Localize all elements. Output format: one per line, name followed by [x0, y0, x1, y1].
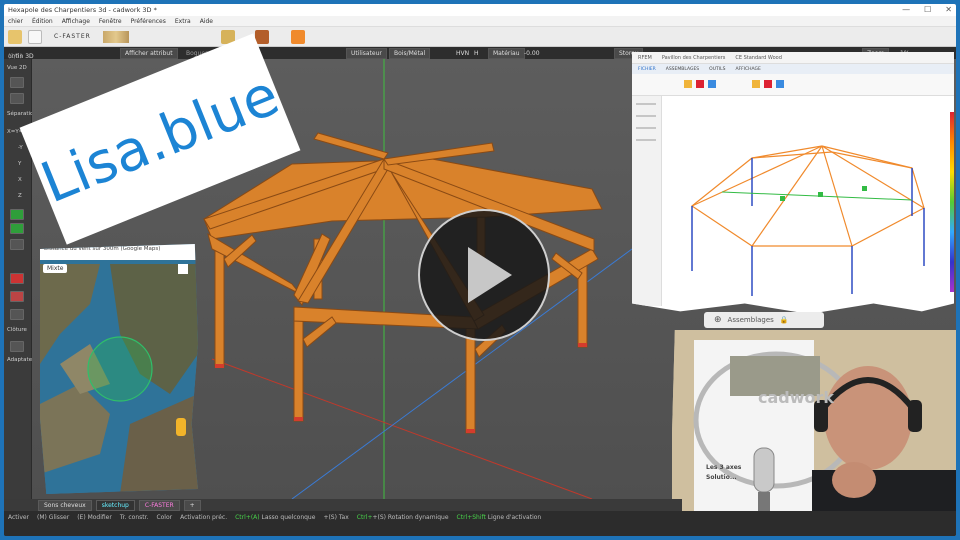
palette-label-minus-y[interactable]: -Y	[18, 145, 23, 151]
rfem-ribbon-icons[interactable]	[632, 74, 954, 96]
play-icon	[468, 247, 512, 303]
map-terrain	[40, 244, 198, 494]
status-item: (E) Modifier	[77, 514, 112, 521]
pegman-icon[interactable]	[176, 418, 186, 436]
palette-label-z[interactable]: Z	[18, 193, 22, 199]
rfem-ribbon	[632, 74, 954, 96]
minimize-button[interactable]: —	[902, 5, 910, 14]
post-feet	[215, 343, 587, 433]
utilisateur-label: Utilisateur	[346, 47, 387, 59]
rfem-tab[interactable]: AFFICHAGE	[735, 67, 760, 72]
palette-label-y[interactable]: Y	[18, 161, 21, 167]
rfem-structure-model	[690, 145, 925, 296]
status-item: Ctrl+Shift Ligne d'activation	[456, 514, 542, 521]
status-item: Color	[156, 514, 173, 521]
post	[293, 308, 304, 422]
add-tab-button[interactable]: +	[183, 499, 201, 511]
rfem-title-item: CE Standard Wood	[735, 54, 782, 61]
axis-icon[interactable]	[10, 239, 24, 250]
window-title-bar: Hexapole des Charpentiers 3d - cadwork 3…	[4, 4, 956, 16]
window-controls: — ☐ ✕	[902, 5, 952, 14]
rfem-nav-tree	[636, 103, 656, 141]
green-solid-icon[interactable]	[10, 223, 24, 234]
status-item: (M) Glisser	[37, 514, 70, 521]
tab-sketchup[interactable]: sketchup	[95, 499, 135, 511]
stop-icon[interactable]	[10, 273, 24, 284]
window-title: Hexapole des Charpentiers 3d - cadwork 3…	[8, 6, 157, 14]
menu-extra[interactable]: Extra	[175, 18, 191, 25]
webcam-scene	[672, 330, 956, 536]
materiau-label: Matériau	[488, 47, 525, 59]
main-toolbar: C-FASTER	[4, 27, 956, 47]
menu-file[interactable]: chier	[8, 18, 23, 25]
rfem-title-bar: RFEM Pavillon des Charpentiers CE Standa…	[632, 52, 954, 64]
rfem-window[interactable]: RFEM Pavillon des Charpentiers CE Standa…	[632, 52, 954, 314]
axis-red	[211, 358, 593, 499]
map-mode-button[interactable]: Mixte	[43, 264, 68, 273]
poster-text-1: Les 3 axes	[706, 464, 742, 471]
status-item: Activer	[8, 514, 30, 521]
rfem-color-legend	[950, 112, 954, 292]
rfem-navigator[interactable]	[632, 96, 662, 306]
maximize-button[interactable]: ☐	[924, 5, 931, 14]
document-tabs: Sons cheveux sketchup C-FASTER +	[32, 499, 682, 511]
satellite-map[interactable]: Distance du vent sur 300m (Google Maps) …	[40, 244, 198, 494]
palette-label-vue2d: Vue 2D	[7, 65, 27, 71]
app-frame: Hexapole des Charpentiers 3d - cadwork 3…	[4, 4, 956, 536]
fence-icon[interactable]	[10, 341, 24, 352]
menu-view[interactable]: Affichage	[62, 18, 90, 25]
status-item: Ctrl+(A) Lasso quelconque	[235, 514, 316, 521]
cut-icon[interactable]	[10, 291, 24, 302]
utilisateur-select[interactable]: Bois/Métal	[389, 47, 431, 59]
webcam-feed: Les 3 axes Solutio... cadwork	[672, 330, 956, 536]
menu-bar: chier Édition Affichage Fenêtre Préféren…	[4, 16, 956, 27]
rfem-title-item: Pavillon des Charpentiers	[661, 54, 726, 61]
rafter	[313, 132, 389, 160]
palette-label-x[interactable]: X	[18, 177, 22, 183]
green-layer-icon[interactable]	[10, 209, 24, 220]
status-item: +(S) Tax	[323, 514, 349, 521]
post	[465, 326, 476, 434]
rfem-ribbon-tabs: FICHIER ASSEMBLAGES OUTILS AFFICHAGE	[632, 64, 954, 74]
cube-view-icon[interactable]	[10, 77, 24, 88]
status-bar: Activer (M) Glisser (E) Modifier Tr. con…	[4, 511, 956, 536]
folder-icon[interactable]	[8, 29, 22, 44]
save-icon[interactable]	[28, 29, 42, 44]
status-item: Activation préc.	[180, 514, 228, 521]
rfem-tab[interactable]: OUTILS	[709, 67, 725, 72]
close-button[interactable]: ✕	[945, 5, 952, 14]
video-play-button[interactable]	[418, 209, 550, 341]
tool-icon[interactable]	[10, 309, 24, 320]
cube-front-icon[interactable]	[10, 93, 24, 104]
menu-edit[interactable]: Édition	[32, 18, 53, 25]
rfem-tab[interactable]: FICHIER	[638, 67, 656, 72]
poster-logo: cadwork	[758, 388, 835, 407]
wood-texture-icon[interactable]	[102, 30, 129, 43]
tab-sons-cheveux[interactable]: Sons cheveux	[38, 499, 92, 511]
menu-window[interactable]: Fenêtre	[99, 18, 122, 25]
post	[214, 246, 225, 368]
hvn-label: HVN	[456, 49, 470, 57]
tab-cfaster[interactable]: C-FASTER	[138, 499, 180, 511]
status-item: Tr. constr.	[119, 514, 149, 521]
cfaster-logo: C-FASTER	[54, 33, 91, 40]
rfem-tab[interactable]: ASSEMBLAGES	[666, 67, 699, 72]
materiau-value[interactable]: -0.00	[524, 50, 540, 57]
menu-preferences[interactable]: Préférences	[131, 18, 166, 25]
hvn-value[interactable]: H	[474, 50, 479, 57]
poster-text-2: Solutio...	[706, 474, 737, 481]
fire-icon[interactable]	[290, 29, 305, 44]
palette-label-cloture: Clôture	[7, 327, 27, 333]
assemblages-label: Assemblages	[727, 316, 774, 324]
rfem-structure-view[interactable]	[662, 96, 950, 296]
plus-icon[interactable]: ⊕	[714, 315, 722, 325]
status-item: Ctrl++(S) Rotation dynamique	[356, 514, 449, 521]
fullscreen-icon[interactable]	[178, 264, 188, 274]
menu-help[interactable]: Aide	[200, 18, 213, 25]
rfem-title-item: RFEM	[638, 54, 652, 61]
lock-icon[interactable]: 🔒	[780, 316, 789, 324]
assemblages-panel[interactable]: ⊕ Assemblages 🔒	[704, 312, 824, 328]
afficher-attribut-button[interactable]: Afficher attribut	[120, 47, 178, 59]
hammer-icon[interactable]	[254, 29, 269, 44]
